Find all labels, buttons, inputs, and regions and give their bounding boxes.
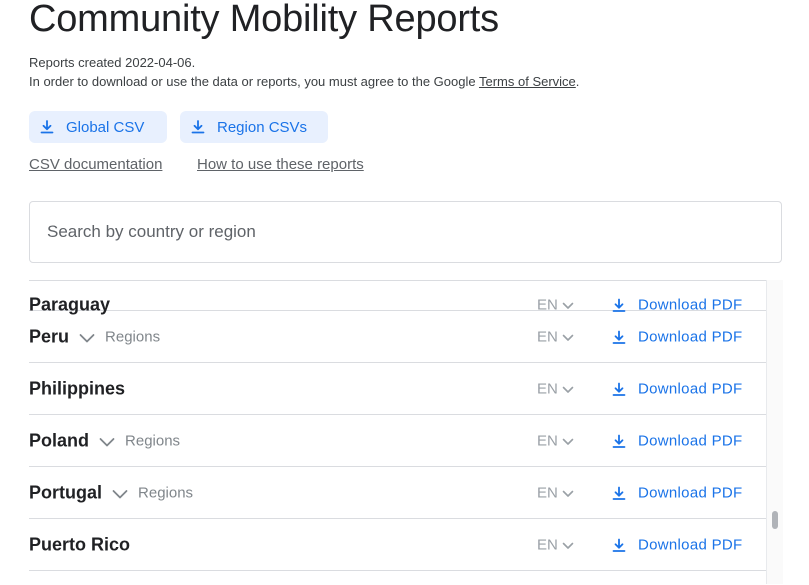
reports-created-date: Reports created 2022-04-06. [29, 55, 196, 70]
language-label: EN [537, 536, 558, 554]
country-label: Poland [29, 430, 90, 451]
download-icon [190, 119, 206, 135]
download-icon [611, 329, 627, 345]
list-scrollbar[interactable] [766, 280, 783, 584]
scrollbar-thumb[interactable] [772, 511, 778, 529]
list-item: Philippines EN Download PDF [29, 363, 766, 415]
country-label: Puerto Rico [29, 534, 131, 555]
list-item: Puerto Rico EN Download PDF [29, 519, 766, 571]
language-label: EN [537, 484, 558, 502]
country-name: Poland Regions [29, 431, 180, 452]
chevron-down-icon [561, 382, 575, 396]
page-title: Community Mobility Reports [29, 0, 499, 40]
list-item-content: Puerto Rico EN Download PDF [29, 519, 766, 571]
global-csv-label: Global CSV [66, 118, 145, 136]
download-pdf-label: Download PDF [638, 328, 743, 346]
regions-toggle[interactable]: Regions [138, 485, 193, 502]
terms-suffix: . [575, 74, 580, 89]
country-label: Peru [29, 326, 70, 347]
country-name: Puerto Rico [29, 535, 130, 556]
list-item: Peru Regions EN Download PDF [29, 311, 766, 363]
language-selector[interactable]: EN [537, 329, 575, 346]
country-list: Paraguay EN Download PDF Peru Regions EN… [29, 280, 766, 585]
how-to-use-link[interactable]: How to use these reports [197, 156, 364, 173]
list-item-content: Peru Regions EN Download PDF [29, 311, 766, 363]
language-label: EN [537, 328, 558, 346]
download-pdf-button[interactable]: Download PDF [611, 537, 742, 554]
list-item-content: Philippines EN Download PDF [29, 363, 766, 415]
download-pdf-label: Download PDF [638, 432, 743, 450]
download-pdf-button[interactable]: Download PDF [611, 433, 742, 450]
list-item: Poland Regions EN Download PDF [29, 415, 766, 467]
chevron-down-icon [561, 538, 575, 552]
download-pdf-label: Download PDF [638, 536, 743, 554]
language-label: EN [537, 380, 558, 398]
language-selector[interactable]: EN [537, 381, 575, 398]
download-pdf-button[interactable]: Download PDF [611, 329, 742, 346]
chevron-down-icon[interactable] [98, 432, 116, 450]
download-icon [611, 381, 627, 397]
country-name: Peru Regions [29, 327, 160, 348]
region-csvs-label: Region CSVs [217, 118, 308, 136]
chevron-down-icon [561, 298, 575, 312]
terms-of-service-link[interactable]: Terms of Service [479, 74, 576, 89]
list-item-content: Poland Regions EN Download PDF [29, 415, 766, 467]
regions-toggle[interactable]: Regions [125, 433, 180, 450]
list-item: Paraguay EN Download PDF [29, 281, 766, 315]
country-label: Portugal [29, 482, 103, 503]
download-pdf-button[interactable]: Download PDF [611, 381, 742, 398]
chevron-down-icon [561, 486, 575, 500]
chevron-down-icon[interactable] [78, 328, 96, 346]
global-csv-button[interactable]: Global CSV [29, 111, 167, 143]
search-input[interactable] [29, 201, 782, 263]
download-icon [39, 119, 55, 135]
language-selector[interactable]: EN [537, 485, 575, 502]
region-csvs-button[interactable]: Region CSVs [180, 111, 328, 143]
terms-notice: In order to download or use the data or … [29, 74, 579, 89]
country-label: Philippines [29, 378, 126, 399]
download-icon [611, 485, 627, 501]
download-pdf-label: Download PDF [638, 484, 743, 502]
country-name: Philippines [29, 379, 125, 400]
language-label: EN [537, 432, 558, 450]
download-pdf-button[interactable]: Download PDF [611, 485, 742, 502]
country-name: Portugal Regions [29, 483, 193, 504]
regions-toggle[interactable]: Regions [105, 329, 160, 346]
csv-documentation-link[interactable]: CSV documentation [29, 156, 162, 173]
chevron-down-icon [561, 434, 575, 448]
download-pdf-label: Download PDF [638, 380, 743, 398]
chevron-down-icon [561, 330, 575, 344]
language-selector[interactable]: EN [537, 433, 575, 450]
list-item-content: Portugal Regions EN Download PDF [29, 467, 766, 519]
download-icon [611, 537, 627, 553]
terms-prefix: In order to download or use the data or … [29, 74, 479, 89]
download-icon [611, 433, 627, 449]
list-item: Portugal Regions EN Download PDF [29, 467, 766, 519]
chevron-down-icon[interactable] [111, 484, 129, 502]
language-selector[interactable]: EN [537, 537, 575, 554]
